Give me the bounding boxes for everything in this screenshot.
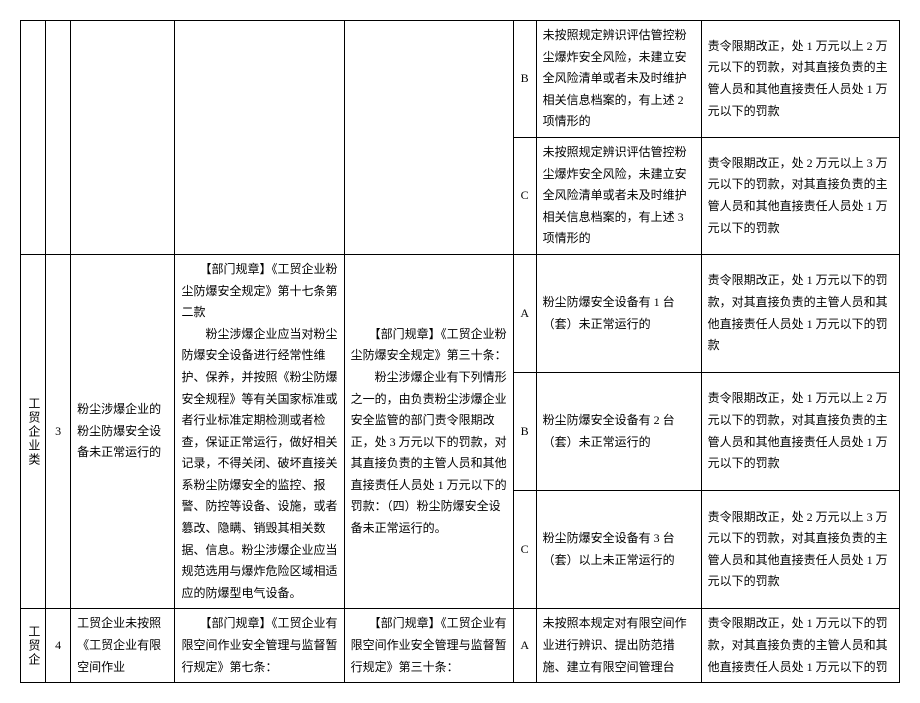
cell-basis1-empty (175, 21, 344, 255)
cell-num: 3 (46, 254, 71, 609)
table-row: B 未按照规定辨识评估管控粉尘爆炸安全风险，未建立安全风险清单或者未及时维护相关… (21, 21, 900, 138)
cell-level: B (513, 21, 536, 138)
cell-basis2: 【部门规章】《工贸企业有限空间作业安全管理与监督暂行规定》第三十条： (344, 609, 513, 683)
cell-num: 4 (46, 609, 71, 683)
regulation-table: B 未按照规定辨识评估管控粉尘爆炸安全风险，未建立安全风险清单或者未及时维护相关… (20, 20, 900, 683)
cell-penalty: 责令限期改正，处 1 万元以上 2 万元以下的罚款，对其直接负责的主管人员和其他… (701, 21, 899, 138)
cell-violation-empty (71, 21, 175, 255)
cell-penalty: 责令限期改正，处 1 万元以下的罚款，对其直接负责的主管人员和其他直接责任人员处… (701, 254, 899, 372)
cell-basis2: 【部门规章】《工贸企业粉尘防爆安全规定》第三十条： 粉尘涉爆企业有下列情形之一的… (344, 254, 513, 609)
cell-condition: 未按照本规定对有限空间作业进行辨识、提出防范措施、建立有限空间管理台 (536, 609, 701, 683)
cell-category: 工贸企业类 (21, 254, 46, 609)
cell-basis2-empty (344, 21, 513, 255)
cell-violation: 粉尘涉爆企业的粉尘防爆安全设备未正常运行的 (71, 254, 175, 609)
cell-category: 工贸企 (21, 609, 46, 683)
cell-level: C (513, 137, 536, 254)
cell-penalty: 责令限期改正，处 2 万元以上 3 万元以下的罚款，对其直接负责的主管人员和其他… (701, 137, 899, 254)
cell-basis1: 【部门规章】《工贸企业有限空间作业安全管理与监督暂行规定》第七条： (175, 609, 344, 683)
cell-basis1: 【部门规章】《工贸企业粉尘防爆安全规定》第十七条第二款 粉尘涉爆企业应当对粉尘防… (175, 254, 344, 609)
cell-level: B (513, 373, 536, 491)
cell-condition: 粉尘防爆安全设备有 1 台（套）未正常运行的 (536, 254, 701, 372)
table-row: 工贸企 4 工贸企业未按照《工贸企业有限空间作业 【部门规章】《工贸企业有限空间… (21, 609, 900, 683)
cell-condition: 未按照规定辨识评估管控粉尘爆炸安全风险，未建立安全风险清单或者未及时维护相关信息… (536, 137, 701, 254)
cell-level: A (513, 609, 536, 683)
cell-penalty: 责令限期改正，处 1 万元以上 2 万元以下的罚款，对其直接负责的主管人员和其他… (701, 373, 899, 491)
cell-num-empty (46, 21, 71, 255)
table-row: 工贸企业类 3 粉尘涉爆企业的粉尘防爆安全设备未正常运行的 【部门规章】《工贸企… (21, 254, 900, 372)
cell-category-empty (21, 21, 46, 255)
cell-penalty: 责令限期改正，处 2 万元以上 3 万元以下的罚款，对其直接负责的主管人员和其他… (701, 491, 899, 609)
cell-penalty: 责令限期改正，处 1 万元以下的罚款，对其直接负责的主管人员和其他直接责任人员处… (701, 609, 899, 683)
cell-condition: 未按照规定辨识评估管控粉尘爆炸安全风险，未建立安全风险清单或者未及时维护相关信息… (536, 21, 701, 138)
cell-level: C (513, 491, 536, 609)
cell-condition: 粉尘防爆安全设备有 3 台（套）以上未正常运行的 (536, 491, 701, 609)
cell-violation: 工贸企业未按照《工贸企业有限空间作业 (71, 609, 175, 683)
cell-condition: 粉尘防爆安全设备有 2 台（套）未正常运行的 (536, 373, 701, 491)
cell-level: A (513, 254, 536, 372)
